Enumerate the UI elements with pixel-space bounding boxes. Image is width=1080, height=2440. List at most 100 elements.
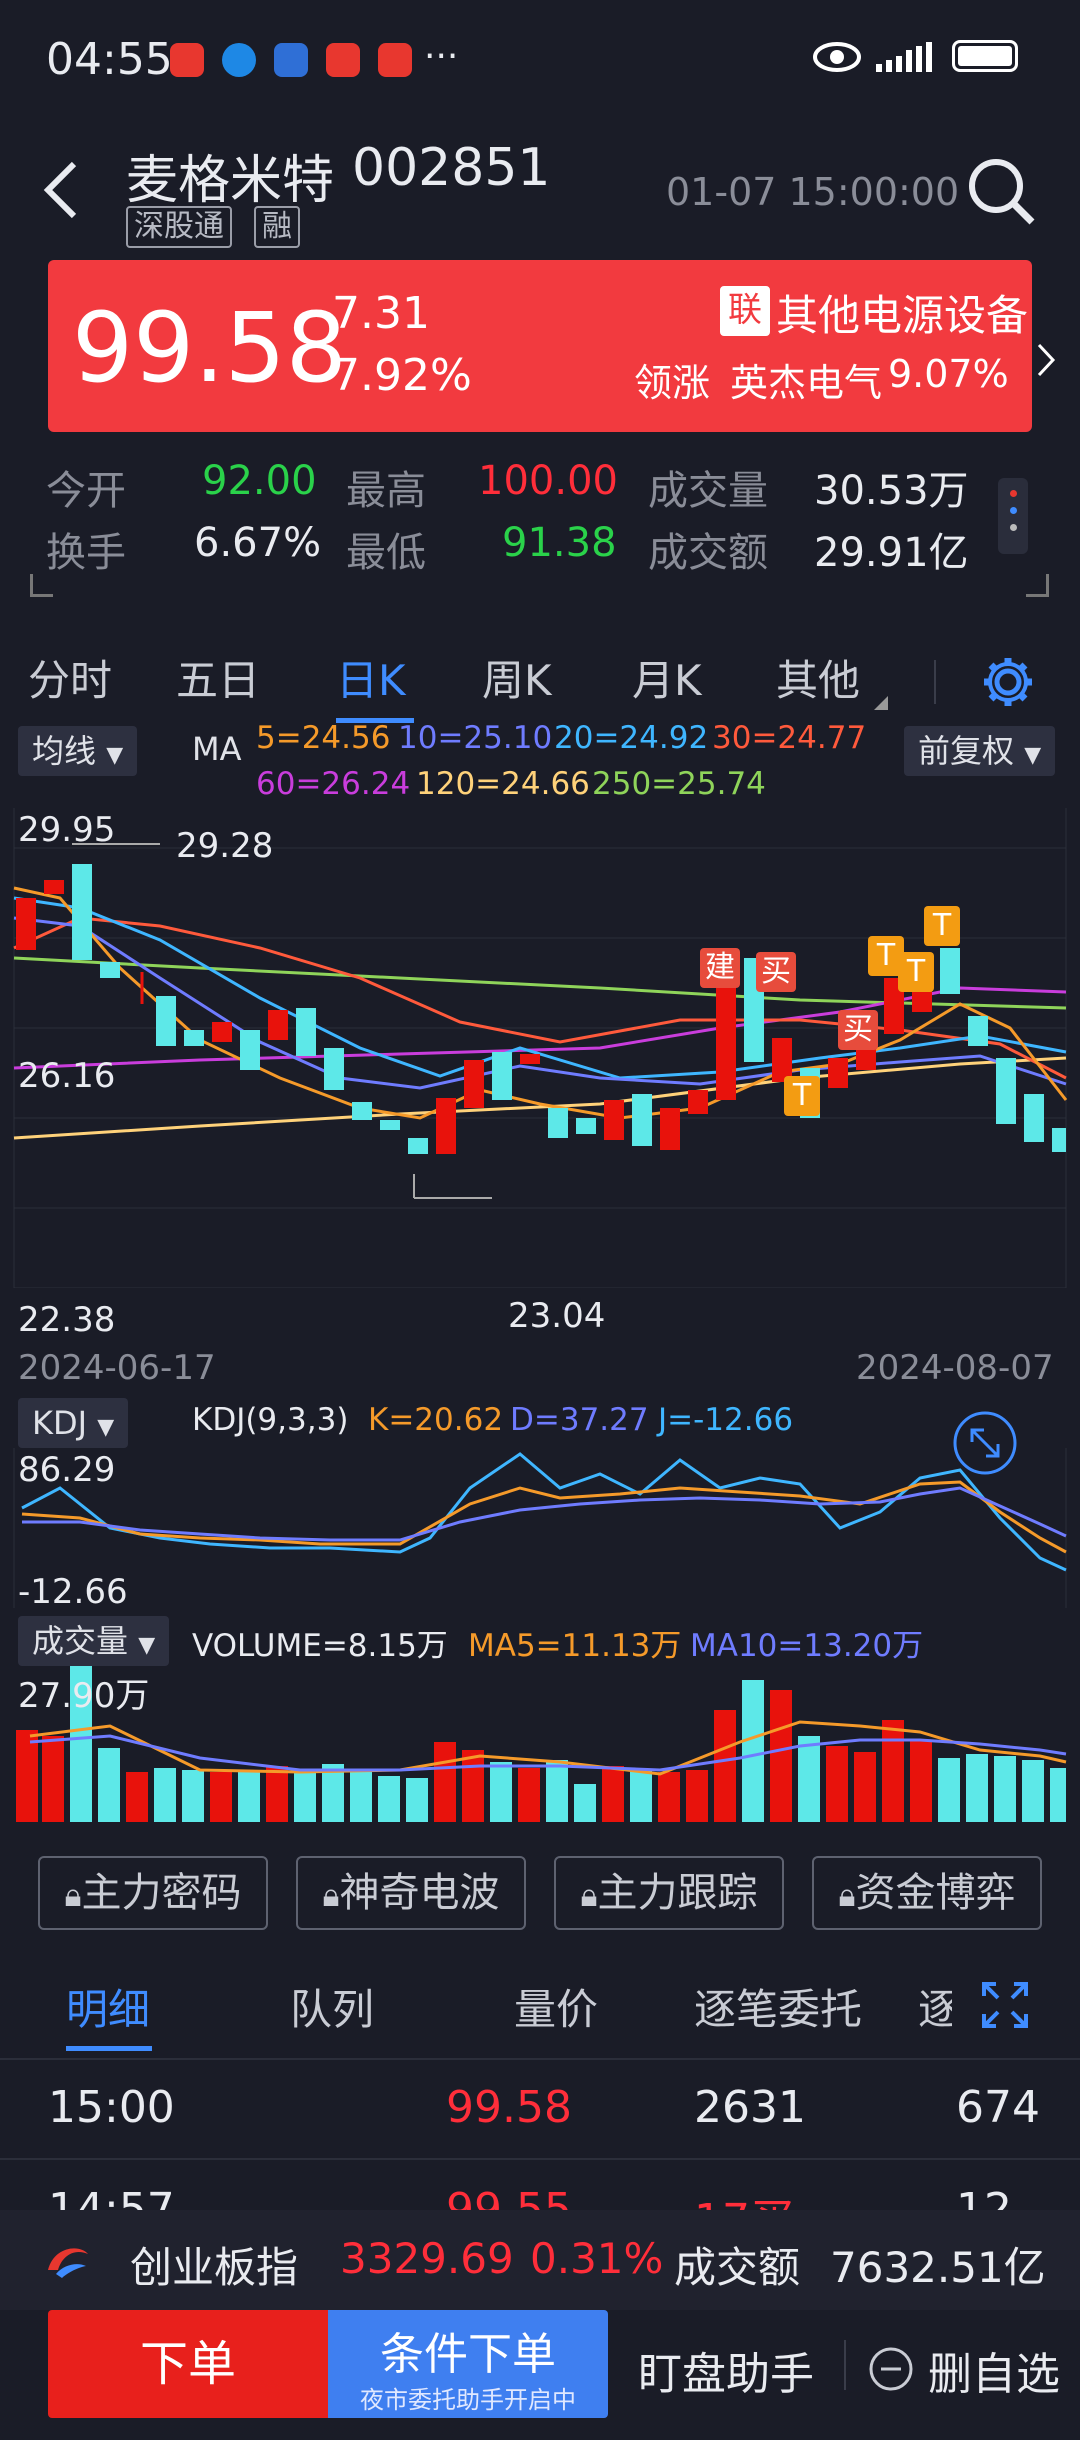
high-value: 100.00 — [478, 458, 618, 504]
open-value: 92.00 — [202, 458, 317, 504]
signal-icon — [876, 42, 932, 72]
chevron-down-icon: ▼ — [138, 1633, 156, 1658]
active-detail-indicator — [66, 2046, 152, 2051]
volume-selector[interactable]: 成交量 ▼ — [18, 1616, 170, 1666]
kdj-selector-label: KDJ — [32, 1404, 88, 1442]
detail-time: 14:57 — [48, 2184, 175, 2210]
volume-ma5: MA5=11.13万 — [468, 1628, 682, 1664]
signal-buy-badge-2[interactable]: 买 — [838, 1010, 878, 1050]
tool-label: 主力密码 — [81, 1870, 242, 1916]
stock-code: 002851 — [352, 138, 551, 198]
ma-label: MA — [192, 730, 242, 768]
more-notifications-icon: ··· — [424, 36, 459, 77]
back-arrow-icon[interactable] — [40, 160, 80, 220]
tab-other-dropdown-icon — [874, 696, 888, 710]
index-ticker-bar[interactable]: 创业板指 3329.69 0.31% 成交额 7632.51亿 — [0, 2210, 1080, 2310]
conditional-order-sub: 夜市委托助手开启中 — [360, 2386, 576, 2414]
price-axis-mid: 26.16 — [18, 1056, 116, 1096]
kdj-d: D=37.27 — [510, 1402, 649, 1438]
kdj-selector[interactable]: KDJ ▼ — [18, 1398, 129, 1448]
volume-chart[interactable] — [0, 1666, 1080, 1822]
tab-five-day[interactable]: 五日 — [176, 640, 260, 722]
tab-weekly-k[interactable]: 周K — [482, 640, 552, 722]
ma5-value: 5=24.56 — [256, 720, 391, 756]
tool-magic-wave[interactable]: 🔒︎神奇电波 — [296, 1856, 526, 1930]
tab-intraday[interactable]: 分时 — [28, 640, 112, 722]
tab-divider — [934, 660, 936, 704]
detail-count: 674 — [956, 2082, 1040, 2133]
lead-stock: 英杰电气 — [730, 361, 883, 405]
lock-icon: 🔒︎ — [838, 1876, 856, 1914]
search-icon[interactable] — [966, 156, 1036, 226]
tool-main-force-code[interactable]: 🔒︎主力密码 — [38, 1856, 268, 1930]
tool-main-force-track[interactable]: 🔒︎主力跟踪 — [554, 1856, 784, 1930]
detail-time: 15:00 — [48, 2082, 175, 2133]
gear-icon[interactable] — [980, 654, 1036, 710]
chevron-down-icon: ▼ — [1024, 743, 1042, 768]
date-end: 2024-08-07 — [856, 1348, 1054, 1388]
volume-selector-label: 成交量 — [32, 1622, 129, 1660]
period-tabs: 分时 五日 日K 周K 月K 其他 — [0, 640, 1080, 723]
adjust-selector-label: 前复权 — [918, 732, 1015, 770]
tab-monthly-k[interactable]: 月K — [632, 640, 702, 722]
divider — [0, 2058, 1080, 2060]
kline-chart[interactable] — [0, 808, 1080, 1288]
conditional-order-label: 条件下单 — [380, 2329, 556, 2380]
signal-t-badge-4[interactable]: T — [924, 906, 960, 946]
price-change: 7.31 — [332, 288, 430, 339]
detail-count: 12 — [956, 2184, 1012, 2210]
locked-tools-row: 🔒︎主力密码 🔒︎神奇电波 🔒︎主力跟踪 🔒︎资金博弈 — [0, 1856, 1080, 1932]
tab-other[interactable]: 其他 — [776, 640, 860, 722]
kdj-k: K=20.62 — [368, 1402, 504, 1438]
ma10-value: 10=25.10 — [398, 720, 553, 756]
detail-volume: 2631 — [694, 2082, 806, 2133]
lock-icon: 🔒︎ — [322, 1876, 340, 1914]
bottom-action-bar: 下单 条件下单 夜市委托助手开启中 盯盘助手 删自选 — [0, 2310, 1080, 2440]
kdj-params: KDJ(9,3,3) — [192, 1402, 349, 1438]
index-value: 3329.69 — [340, 2234, 514, 2283]
conditional-order-button[interactable]: 条件下单 夜市委托助手开启中 — [328, 2310, 608, 2418]
volume-value: 30.53万 — [814, 468, 969, 514]
signal-buy-badge[interactable]: 买 — [756, 952, 796, 992]
low-value: 91.38 — [502, 520, 617, 566]
signal-jian-badge[interactable]: 建 — [700, 948, 740, 988]
lead-label: 领涨 — [634, 361, 711, 405]
kdj-chart[interactable] — [0, 1448, 1080, 1608]
lock-icon: 🔒︎ — [64, 1876, 82, 1914]
place-order-button[interactable]: 下单 — [48, 2310, 328, 2418]
sector-link[interactable]: 联 其他电源设备 领涨 英杰电气 9.07% — [634, 280, 1056, 420]
eye-icon — [813, 42, 861, 72]
price-axis-low: 22.38 — [18, 1300, 116, 1340]
tab-detail[interactable]: 明细 — [66, 1976, 150, 2037]
chevron-down-icon: ▼ — [106, 743, 124, 768]
chevron-down-icon: ▼ — [97, 1415, 115, 1440]
expand-icon[interactable] — [980, 1980, 1030, 2030]
tab-queue[interactable]: 队列 — [290, 1976, 374, 2037]
ma250-value: 250=25.74 — [592, 766, 766, 802]
price-banner: 99.58 7.31 7.92% 联 其他电源设备 领涨 英杰电气 9.07% — [48, 260, 1056, 432]
ma30-value: 30=24.77 — [712, 720, 867, 756]
kdj-j: J=-12.66 — [658, 1402, 794, 1438]
status-bar: 04:55 ··· — [0, 0, 1080, 120]
app-notification-icon-2 — [326, 43, 360, 77]
12123-app-icon — [274, 43, 308, 77]
max-price-callout: 29.28 — [176, 826, 274, 866]
more-dots-icon[interactable] — [998, 478, 1028, 554]
quote-grid: 今开 92.00 最高 100.00 成交量 30.53万 换手 6.67% 最… — [0, 450, 1080, 610]
tool-fund-game[interactable]: 🔒︎资金博弈 — [812, 1856, 1042, 1930]
high-label: 最高 — [346, 468, 426, 514]
app-notification-icon — [170, 43, 204, 77]
toutiao-app-icon — [378, 43, 412, 77]
tab-volume-price[interactable]: 量价 — [514, 1976, 598, 2037]
tool-label: 资金博弈 — [855, 1870, 1016, 1916]
tab-tick-by-tick[interactable]: 逐 — [918, 1976, 952, 2037]
signal-t-badge[interactable]: T — [784, 1076, 820, 1116]
adjust-selector[interactable]: 前复权 ▼ — [904, 726, 1056, 776]
turnover-value: 6.67% — [194, 520, 322, 566]
remove-watchlist-button[interactable]: 删自选 — [868, 2338, 1060, 2400]
tab-order-by-order[interactable]: 逐笔委托 — [694, 1976, 862, 2037]
monitor-assistant-button[interactable]: 盯盘助手 — [638, 2338, 814, 2402]
tab-daily-k[interactable]: 日K — [336, 640, 406, 722]
signal-t-badge-3[interactable]: T — [898, 952, 934, 992]
ma-selector[interactable]: 均线 ▼ — [18, 726, 138, 776]
